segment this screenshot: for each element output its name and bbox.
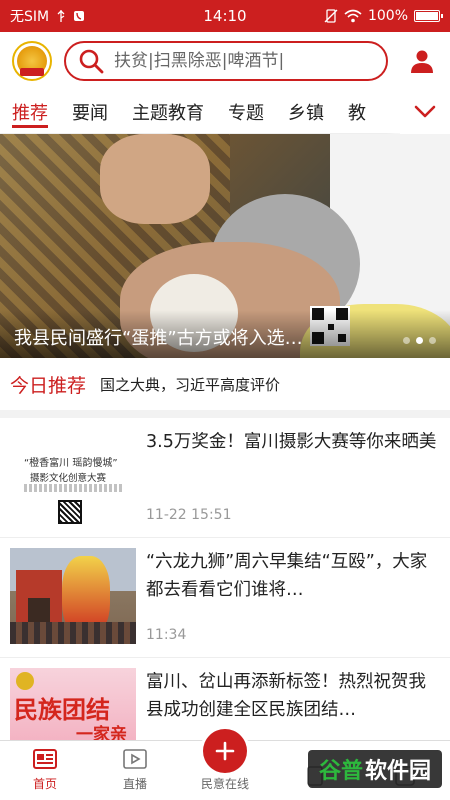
thumbnail-caption: 摄影文化创意大赛 [30,473,107,484]
status-left: 无SIM [10,6,85,26]
news-title: 3.5万奖金！富川摄影大赛等你来晒美 [146,432,437,452]
phone-icon [74,11,85,21]
battery-percent: 100% [367,8,408,24]
today-recommend-bar[interactable]: 今日推荐 国之大典，习近平高度评价 [0,358,450,418]
search-icon [79,49,104,74]
app-screen: 无SIM 14:10 100% 推荐 要闻 主题教育 专题 乡镇 [0,0,450,800]
watermark-text: 谷普 [318,759,363,784]
featured-banner[interactable]: 我县民间盛行“蛋推”古方或将入选… [0,134,450,358]
nav-label: 民意在线 [200,777,249,791]
news-item[interactable]: “六龙九狮”周六早集结“互殴”，大家都去看看它们谁将… 11:34 [0,538,450,658]
banner-caption: 我县民间盛行“蛋推”古方或将入选… [14,328,303,349]
nav-home[interactable]: 首页 [0,741,90,800]
plus-button[interactable] [203,729,247,773]
thumbnail-caption: “橙香富川 瑶韵慢城” [24,458,118,469]
nav-live[interactable]: 直播 [90,741,180,800]
search-input[interactable] [114,51,374,71]
plus-icon [215,741,235,761]
site-watermark: 谷普 软件园 [308,750,442,788]
chevron-down-icon [414,105,436,118]
tab-recommend[interactable]: 推荐 [12,90,48,134]
carrier-label: 无SIM [10,9,50,25]
status-bar: 无SIM 14:10 100% [0,0,450,32]
news-time: 11-22 15:51 [146,507,232,523]
usb-icon [57,10,65,22]
today-recommend-label: 今日推荐 [10,374,87,397]
app-logo[interactable] [12,41,52,81]
category-tabs: 推荐 要闻 主题教育 专题 乡镇 教 [0,90,450,134]
nav-public-opinion[interactable]: 民意在线 [180,729,270,800]
news-list: “橙香富川 瑶韵慢城” 摄影文化创意大赛 3.5万奖金！富川摄影大赛等你来晒美 … [0,418,450,778]
news-thumbnail: “橙香富川 瑶韵慢城” 摄影文化创意大赛 [10,428,136,524]
search-box[interactable] [64,41,388,81]
no-sim-icon [324,9,338,23]
user-icon [411,50,433,73]
more-tabs-button[interactable] [400,90,450,134]
tab-theme-education[interactable]: 主题教育 [132,90,204,134]
carousel-dots [403,337,436,344]
news-title: 富川、岔山再添新标签！热烈祝贺我县成功创建全区民族团结… [146,672,426,720]
video-icon [123,749,147,769]
carousel-dot-active[interactable] [416,337,423,344]
today-recommend-headline[interactable]: 国之大典，习近平高度评价 [100,374,280,395]
watermark-text: 软件园 [365,759,432,784]
carousel-dot[interactable] [403,337,410,344]
tab-news[interactable]: 要闻 [72,90,108,134]
news-time: 11:34 [146,627,187,643]
nav-label: 直播 [122,777,147,791]
wifi-icon [344,9,362,23]
news-thumbnail [10,548,136,644]
app-header [0,32,450,90]
news-title: “六龙九狮”周六早集结“互殴”，大家都去看看它们谁将… [146,552,428,600]
tab-townships[interactable]: 乡镇 [288,90,324,134]
home-news-icon [33,749,57,769]
tab-education[interactable]: 教 [348,90,366,134]
qr-code-icon [58,500,82,524]
battery-icon [414,10,443,22]
tab-topics[interactable]: 专题 [228,90,264,134]
nav-label: 首页 [32,777,57,791]
carousel-dot[interactable] [429,337,436,344]
status-right: 100% [324,8,443,24]
user-profile-button[interactable] [408,47,436,75]
news-item[interactable]: “橙香富川 瑶韵慢城” 摄影文化创意大赛 3.5万奖金！富川摄影大赛等你来晒美 … [0,418,450,538]
bottom-navigation: 首页 直播 民意在线 谷普 软件园 [0,729,450,800]
